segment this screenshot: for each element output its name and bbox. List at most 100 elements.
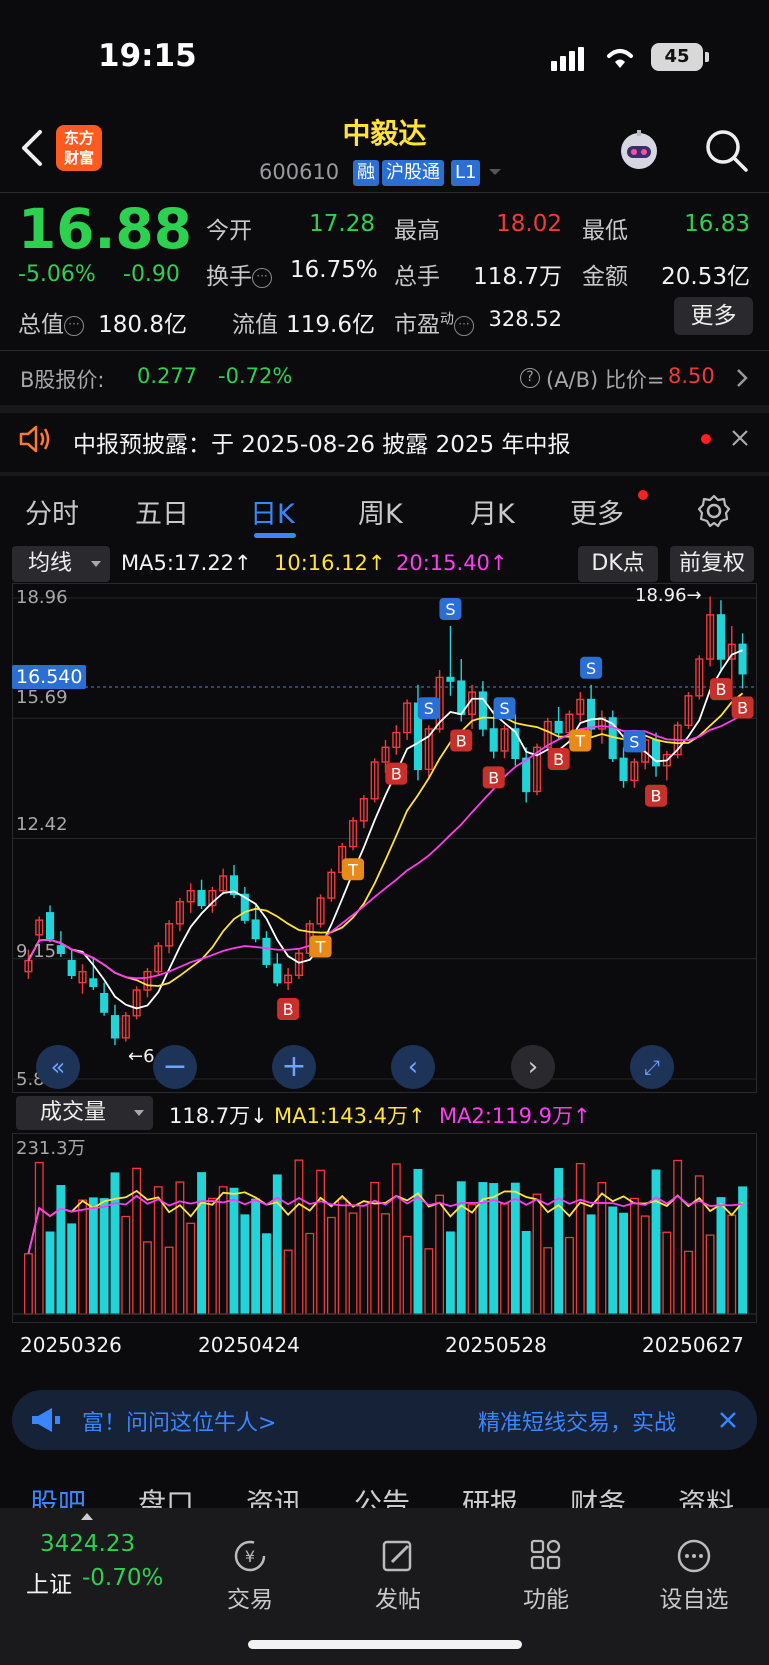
tab-finance[interactable]: 财务 [570,1482,626,1510]
promo-banner[interactable]: 富！问问这位牛人> 精准短线交易，实战 [12,1390,757,1450]
candle-down [251,919,260,940]
zoom-out-button[interactable]: « [36,1045,80,1089]
volume-max-label: 231.3万 [16,1138,86,1159]
tab-profile[interactable]: 资料 [678,1482,734,1510]
ma-legend-bar: 均线 MA5:17.22↑ 10:16.12↑ 20:15.40↑ DK点 前复… [0,544,769,584]
tab-research[interactable]: 研报 [462,1482,518,1510]
float-label: 流值 [232,312,278,338]
volume-bar-down [229,1187,239,1315]
assistant-robot-icon[interactable] [616,128,662,174]
turnover-label[interactable]: 换手 ··· [206,257,272,291]
index-value[interactable]: 3424.23 [40,1531,135,1557]
open-label: 今开 [206,218,252,244]
scroll-left-button[interactable]: ‹ [391,1045,435,1089]
tab-guba[interactable]: 股吧 [30,1482,86,1510]
tab-five-day[interactable]: 五日 [135,492,189,531]
candle-down [587,698,596,730]
battery-icon: 45 [651,43,703,71]
signal-marker-label: B [737,698,748,717]
b-share-row[interactable]: B股报价: 0.277 -0.72% ? (A/B) 比价= 8.50 [0,352,769,404]
grid-icon [530,1539,561,1570]
volume-bar-up [78,1199,87,1315]
tab-intraday[interactable]: 分时 [25,492,79,531]
volume-bar-down [554,1168,564,1315]
more-dots-icon [677,1539,711,1573]
index-name[interactable]: 上证 [26,1565,72,1599]
mcap-label[interactable]: 总值 ··· [18,305,84,339]
date-label-2: 20250424 [198,1333,300,1357]
nav-trade[interactable]: ¥ 交易 [205,1538,295,1614]
close-icon[interactable] [731,429,749,447]
volume-ma2-line [27,1194,743,1255]
volume-bar-up [348,1212,358,1315]
volume-bar-up [565,1236,574,1315]
zoom-minus-button[interactable]: − [153,1045,197,1089]
help-icon[interactable]: ? [520,368,540,388]
volume-value: 118.7万 [473,264,562,290]
nav-functions[interactable]: 功能 [501,1538,591,1614]
volume-bar-up [684,1250,693,1315]
candle-down [273,963,282,984]
volume-bar-up [727,1214,737,1315]
signal-marker-label: B [391,765,402,784]
volume-bar-down [608,1206,618,1315]
promo-right-text: 精准短线交易，实战 [478,1411,677,1436]
ma-selector[interactable]: 均线 [12,546,110,582]
report-notice[interactable]: 中报预披露：于 2025-08-26 披露 2025 年中报 [0,414,769,464]
tab-news[interactable]: 资讯 [246,1482,302,1510]
volume-bar-down [240,1214,250,1315]
zoom-plus-button[interactable]: + [272,1045,316,1089]
low-value: 16.83 [684,211,750,237]
nav-add-watchlist[interactable]: 设自选 [649,1538,739,1614]
tag-margin: 融 [353,160,379,186]
signal-marker-label: S [424,699,434,718]
indicator-selector[interactable]: 成交量 [16,1096,153,1130]
close-icon[interactable] [719,1411,737,1429]
date-label-4: 20250627 [642,1333,744,1357]
dk-point-button[interactable]: DK点 [578,546,658,582]
scroll-right-button[interactable]: › [511,1045,555,1089]
tab-more-dot [638,490,648,500]
settings-gear-icon[interactable] [697,494,731,528]
tab-announcements[interactable]: 公告 [354,1482,410,1510]
b-share-pct: -0.72% [218,364,293,388]
signal-marker-label: B [553,750,564,769]
search-icon[interactable] [702,126,750,174]
candle-down [45,912,55,940]
volume-bar-up [294,1159,304,1315]
fullscreen-button[interactable]: ⤢ [630,1045,674,1089]
volume-legend-bar: 成交量 118.7万↓ MA1:143.4万↑ MA2:119.9万↑ [0,1096,769,1134]
tab-pankou[interactable]: 盘口 [138,1482,194,1510]
volume-bar-down [197,1172,206,1315]
notice-text: 中报预披露：于 2025-08-26 披露 2025 年中报 [73,432,571,458]
volume-bar-up [705,1234,715,1315]
dropdown-icon[interactable] [487,167,503,177]
nav-post[interactable]: 发帖 [353,1538,443,1614]
tab-more[interactable]: 更多 [570,492,624,531]
volume-bar-down [99,1198,109,1315]
candle-down [619,757,628,782]
wifi-icon [607,49,633,68]
index-pct[interactable]: -0.70% [82,1565,163,1591]
signal-marker-label: B [715,680,726,699]
tab-weekly-k[interactable]: 周K [358,492,403,531]
stock-code: 600610 [259,160,340,184]
speaker-icon [19,425,50,453]
candle-down [522,757,531,793]
candle-down [67,959,76,976]
candle-down [716,614,726,660]
candle-down [100,992,109,1013]
tab-daily-k[interactable]: 日K [250,492,295,531]
tab-monthly-k[interactable]: 月K [470,492,515,531]
b-share-price: 0.277 [137,364,198,388]
volume-bar-up [575,1162,585,1315]
volume-bar-down [110,1172,120,1315]
volume-chart[interactable] [12,1133,757,1323]
more-button[interactable]: 更多 [674,297,753,335]
dropdown-icon [91,561,101,567]
adjust-button[interactable]: 前复权 [670,546,754,582]
volume-bar-up [23,1253,33,1315]
amount-value: 20.53亿 [661,264,750,290]
pe-label[interactable]: 市盈动 ··· [394,305,474,339]
kline-chart[interactable]: BTTBSSBBSBTSSBBB [12,583,757,1093]
